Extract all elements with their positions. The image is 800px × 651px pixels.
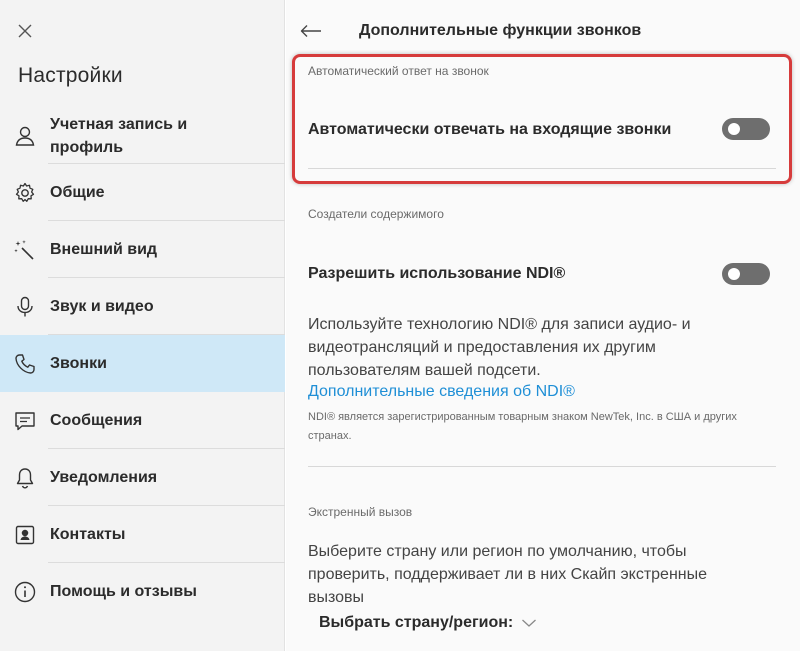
sidebar-title: Настройки [18, 64, 123, 87]
person-icon [12, 123, 38, 149]
toggle-knob [728, 268, 740, 280]
back-button[interactable] [298, 18, 324, 44]
message-icon [12, 408, 38, 434]
ndi-toggle[interactable] [722, 263, 770, 285]
sidebar-item-general[interactable]: Общие [0, 164, 285, 221]
chevron-down-icon [521, 618, 537, 628]
emergency-description: Выберите страну или регион по умолчанию,… [308, 543, 708, 606]
section-label-auto-answer: Автоматический ответ на звонок [308, 64, 489, 78]
sidebar-item-label: Внешний вид [50, 241, 158, 258]
country-region-label: Выбрать страну/регион: [319, 614, 514, 631]
bell-icon [12, 465, 38, 491]
sidebar-item-label: Сообщения [50, 412, 143, 429]
country-region-dropdown[interactable]: Выбрать страну/регион: [319, 614, 537, 632]
contact-card-icon [12, 522, 38, 548]
magic-wand-icon [12, 237, 38, 263]
sidebar-item-label: Уведомления [50, 469, 158, 486]
ndi-label: Разрешить использование NDI® [308, 265, 566, 282]
sidebar-item-label: Учетная запись и профиль [50, 115, 188, 156]
settings-nav: Учетная запись и профиль Общие Внешний в… [0, 107, 285, 620]
divider [308, 168, 776, 169]
divider [308, 466, 776, 467]
sidebar-item-label: Звонки [50, 355, 107, 372]
phone-icon [12, 351, 38, 377]
close-button[interactable] [14, 20, 36, 42]
sidebar-item-account[interactable]: Учетная запись и профиль [0, 107, 285, 164]
sidebar-item-label: Общие [50, 184, 105, 201]
sidebar-item-label: Контакты [50, 526, 126, 543]
settings-sidebar: Настройки Учетная запись и профиль Общие… [0, 0, 285, 651]
page-title: Дополнительные функции звонков [359, 22, 642, 39]
info-icon [12, 579, 38, 605]
sidebar-item-messages[interactable]: Сообщения [0, 392, 285, 449]
sidebar-item-label: Звук и видео [50, 298, 154, 315]
sidebar-item-notifications[interactable]: Уведомления [0, 449, 285, 506]
ndi-trademark-note: NDI® является зарегистрированным товарны… [308, 411, 737, 442]
close-icon [18, 24, 32, 38]
gear-icon [12, 180, 38, 206]
auto-answer-toggle[interactable] [722, 118, 770, 140]
microphone-icon [12, 294, 38, 320]
settings-content: Дополнительные функции звонков Автоматич… [286, 0, 800, 651]
sidebar-item-contacts[interactable]: Контакты [0, 506, 285, 563]
auto-answer-label: Автоматически отвечать на входящие звонк… [308, 121, 672, 138]
toggle-knob [728, 123, 740, 135]
sidebar-item-appearance[interactable]: Внешний вид [0, 221, 285, 278]
ndi-learn-more-link[interactable]: Дополнительные сведения об NDI® [308, 383, 575, 401]
sidebar-item-help[interactable]: Помощь и отзывы [0, 563, 285, 620]
section-label-emergency: Экстренный вызов [308, 505, 413, 519]
section-label-content-creators: Создатели содержимого [308, 207, 444, 221]
sidebar-item-label: Помощь и отзывы [50, 583, 197, 600]
ndi-description: Используйте технологию NDI® для записи а… [308, 316, 691, 379]
sidebar-item-audio-video[interactable]: Звук и видео [0, 278, 285, 335]
sidebar-item-calls[interactable]: Звонки [0, 335, 285, 392]
arrow-left-icon [300, 25, 321, 37]
